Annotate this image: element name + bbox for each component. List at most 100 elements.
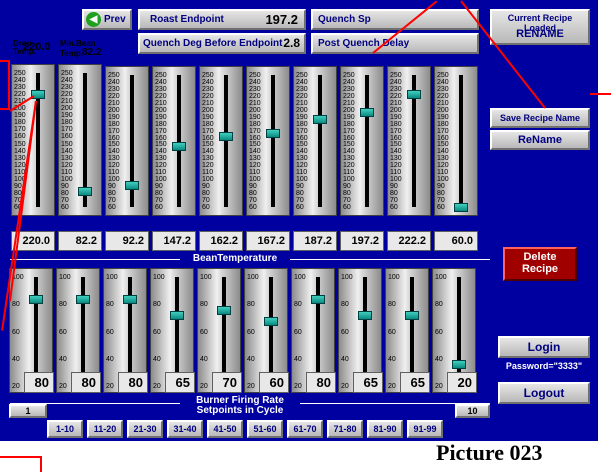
temp-tick-label: 120 (343, 162, 355, 170)
burner-slider-thumb[interactable] (217, 305, 231, 315)
temp-tick-label: 190 (61, 112, 73, 120)
temp-tick-label: 140 (14, 147, 26, 155)
temp-tick-label: 200 (202, 106, 214, 114)
burner-value-display: 80 (24, 372, 54, 393)
temp-tick-label: 240 (14, 77, 26, 85)
temp-tick-label: 120 (390, 162, 402, 170)
burner-slider-3[interactable]: 100 80 60 40 20 80 (103, 268, 148, 393)
temp-tick-label: 150 (61, 140, 73, 148)
cycle-button-61-70[interactable]: 61-70 (287, 420, 323, 438)
burner-value-display: 20 (447, 372, 477, 393)
cycle-button-1-10[interactable]: 1-10 (47, 420, 83, 438)
temp-tick-label: 80 (202, 190, 210, 198)
cycle-button-91-99[interactable]: 91-99 (407, 420, 443, 438)
temp-tick-label: 120 (202, 162, 214, 170)
quench-sp-label: Quench Sp (318, 14, 371, 25)
temp-tick-label: 80 (296, 190, 304, 198)
temp-slider-8[interactable]: 250 240 230 220 210 200 190 180 170 160 150 140 130 1… (340, 66, 384, 216)
cycle-button-31-40[interactable]: 31-40 (167, 420, 203, 438)
temp-slider-thumb[interactable] (454, 203, 468, 212)
burner-slider-thumb[interactable] (264, 316, 278, 326)
temp-tick-label: 170 (296, 127, 308, 135)
temp-slider-thumb[interactable] (125, 180, 139, 190)
temp-slider-3[interactable]: 250 240 230 220 210 200 190 180 170 160 150 140 130 1… (105, 66, 149, 216)
temp-slider-thumb[interactable] (266, 128, 280, 138)
temp-tick-label: 190 (202, 113, 214, 121)
temp-tick-label: 90 (249, 183, 257, 191)
save-recipe-name-button[interactable]: Save Recipe Name (490, 108, 590, 128)
temp-tick-label: 100 (437, 176, 449, 184)
temp-tick-label: 100 (343, 176, 355, 184)
cycle-button-41-50[interactable]: 41-50 (207, 420, 243, 438)
temp-tick-label: 180 (296, 120, 308, 128)
quench-deg-value: 2.8 (283, 36, 300, 50)
temp-slider-2[interactable]: 250 240 230 220 210 200 190 180 170 160 150 140 130 1… (58, 64, 102, 216)
burner-slider-9[interactable]: 100 80 60 40 20 65 (385, 268, 430, 393)
temp-slider-7[interactable]: 250 240 230 220 210 200 190 180 170 160 150 140 130 1… (293, 66, 337, 216)
temp-tick-label: 70 (249, 197, 257, 205)
temp-tick-label: 150 (296, 141, 308, 149)
burner-slider-2[interactable]: 100 80 60 40 20 80 (56, 268, 101, 393)
temp-slider-thumb[interactable] (172, 142, 186, 152)
burner-tick-label: 80 (12, 301, 20, 309)
burner-slider-4[interactable]: 100 80 60 40 20 65 (150, 268, 195, 393)
temp-tick-label: 240 (155, 78, 167, 86)
burner-slider-1[interactable]: 100 80 60 40 20 80 (9, 268, 54, 393)
burner-slider-thumb[interactable] (76, 294, 90, 304)
temp-slider-10[interactable]: 250 240 230 220 210 200 190 180 170 160 150 140 130 1… (434, 66, 478, 216)
temp-tick-label: 150 (108, 141, 120, 149)
cycle-button-71-80[interactable]: 71-80 (327, 420, 363, 438)
temp-tick-label: 210 (390, 99, 402, 107)
cycle-button-21-30[interactable]: 21-30 (127, 420, 163, 438)
roast-endpoint-label: Roast Endpoint (150, 14, 224, 25)
delete-recipe-button[interactable]: Delete Recipe (503, 247, 577, 281)
burner-tick-label: 40 (59, 355, 67, 363)
temp-tick-label: 220 (249, 92, 261, 100)
quench-sp-field[interactable]: Quench Sp (311, 9, 479, 30)
temp-tick-label: 240 (437, 78, 449, 86)
roast-endpoint-field[interactable]: Roast Endpoint 197.2 (138, 9, 306, 30)
temp-slider-9[interactable]: 250 240 230 220 210 200 190 180 170 160 150 140 130 1… (387, 66, 431, 216)
burner-tick-label: 60 (294, 328, 302, 336)
temp-slider-4[interactable]: 250 240 230 220 210 200 190 180 170 160 150 140 130 1… (152, 66, 196, 216)
temp-slider-thumb[interactable] (78, 187, 92, 197)
burner-slider-7[interactable]: 100 80 60 40 20 80 (291, 268, 336, 393)
burner-slider-thumb[interactable] (170, 311, 184, 321)
burner-tick-label: 100 (106, 274, 118, 281)
temp-slider-5[interactable]: 250 240 230 220 210 200 190 180 170 160 150 140 130 1… (199, 66, 243, 216)
temp-slider-thumb[interactable] (360, 107, 374, 117)
burner-slider-thumb[interactable] (452, 360, 466, 370)
burner-slider-5[interactable]: 100 80 60 40 20 70 (197, 268, 242, 393)
burner-slider-thumb[interactable] (358, 311, 372, 321)
temp-tick-label: 250 (108, 72, 120, 79)
logout-button[interactable]: Logout (498, 382, 590, 404)
burner-slider-thumb[interactable] (29, 294, 43, 304)
temp-tick-label: 100 (61, 175, 73, 183)
temp-slider-thumb[interactable] (313, 114, 327, 124)
cycle-button-51-60[interactable]: 51-60 (247, 420, 283, 438)
prev-button[interactable]: ◀ Prev (82, 9, 132, 30)
temp-slider-thumb[interactable] (407, 90, 421, 100)
login-button[interactable]: Login (498, 336, 590, 358)
temp-tick-label: 120 (249, 162, 261, 170)
temp-tick-label: 110 (155, 169, 167, 177)
cycle-button-11-20[interactable]: 11-20 (87, 420, 123, 438)
burner-tick-label: 80 (106, 301, 114, 309)
current-recipe-value: RENAME (516, 28, 564, 40)
cycle-start-index: 1 (9, 404, 47, 418)
temp-slider-6[interactable]: 250 240 230 220 210 200 190 180 170 160 150 140 130 1… (246, 66, 290, 216)
temp-tick-label: 130 (390, 155, 402, 163)
burner-slider-thumb[interactable] (123, 294, 137, 304)
temp-slider-1[interactable]: 250 240 230 220 210 200 190 180 170 160 150 140 130 1… (11, 64, 55, 216)
cycle-button-81-90[interactable]: 81-90 (367, 420, 403, 438)
burner-slider-6[interactable]: 100 80 60 40 20 60 (244, 268, 289, 393)
burner-slider-thumb[interactable] (311, 294, 325, 304)
burner-slider-8[interactable]: 100 80 60 40 20 65 (338, 268, 383, 393)
recipe-name-field[interactable]: ReName (490, 130, 590, 150)
quench-deg-field[interactable]: Quench Deg Before Endpoint 2.8 (138, 33, 306, 54)
temp-slider-thumb[interactable] (219, 131, 233, 141)
temp-tick-label: 110 (61, 168, 73, 176)
burner-slider-thumb[interactable] (405, 311, 419, 321)
burner-slider-10[interactable]: 100 80 60 40 20 20 (432, 268, 477, 393)
logout-label: Logout (523, 386, 565, 400)
